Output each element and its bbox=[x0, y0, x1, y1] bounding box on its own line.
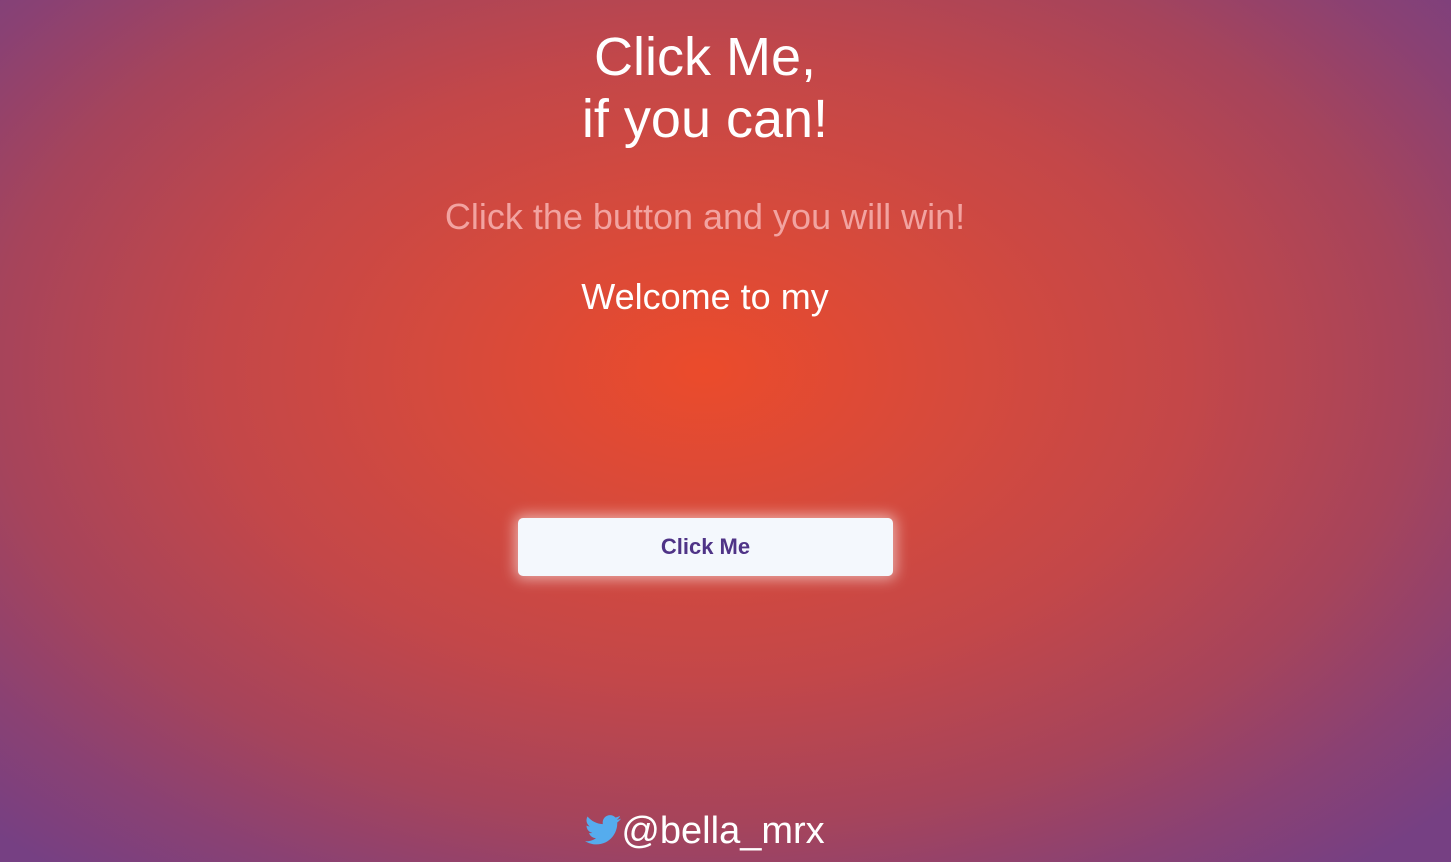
welcome-text: Welcome to my bbox=[581, 276, 829, 317]
twitter-handle: @bella_mrx bbox=[621, 810, 825, 852]
page-title: Click Me, if you can! bbox=[0, 26, 1410, 150]
title-line-2: if you can! bbox=[581, 89, 829, 149]
twitter-icon bbox=[585, 815, 622, 845]
click-me-button[interactable]: Click Me bbox=[518, 518, 893, 576]
footer-twitter-link[interactable]: @bella_mrx bbox=[0, 808, 1410, 854]
subtitle: Click the button and you will win! bbox=[444, 196, 966, 237]
title-line-1: Click Me, bbox=[593, 27, 816, 87]
